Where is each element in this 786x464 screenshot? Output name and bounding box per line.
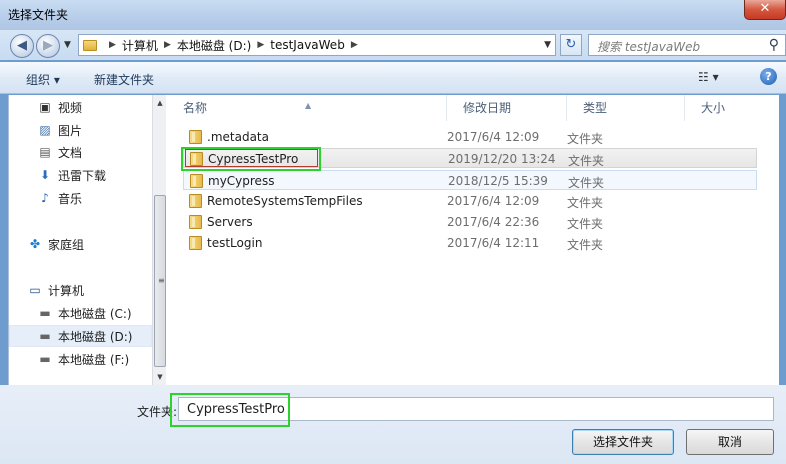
sidebar-item-label: 计算机: [48, 283, 85, 298]
sidebar-item-label: 文档: [58, 145, 83, 160]
search-icon[interactable]: ⚲: [769, 37, 779, 53]
scroll-down-icon[interactable]: ▼: [155, 373, 165, 381]
folder-icon: [190, 174, 203, 188]
recent-pages-dropdown[interactable]: ▼: [64, 40, 71, 50]
scroll-up-icon[interactable]: ▲: [155, 99, 165, 107]
column-header-size[interactable]: 大小: [685, 95, 779, 121]
select-folder-button[interactable]: 选择文件夹: [572, 429, 674, 455]
sidebar-item-computer[interactable]: ▭ 计算机: [27, 279, 152, 301]
sort-ascending-icon: ▲: [305, 101, 312, 110]
refresh-button[interactable]: ↻: [560, 34, 582, 56]
sidebar-item-drive-d[interactable]: ▬ 本地磁盘 (D:): [9, 325, 152, 347]
pictures-icon: ▨: [39, 123, 51, 137]
sidebar-item-documents[interactable]: ▤ 文档: [37, 141, 152, 163]
sidebar-item-homegroup[interactable]: ✤ 家庭组: [27, 233, 152, 255]
scrollbar-thumb[interactable]: ≡: [154, 195, 166, 367]
forward-arrow-icon: ▶: [43, 38, 53, 53]
column-header-date[interactable]: 修改日期: [447, 95, 567, 121]
drive-icon: ▬: [39, 352, 51, 366]
address-bar[interactable]: ▶ 计算机 ▶ 本地磁盘 (D:) ▶ testJavaWeb ▶ ▼: [78, 34, 556, 56]
sidebar-item-drive-c[interactable]: ▬ 本地磁盘 (C:): [37, 302, 152, 324]
sidebar-item-label: 图片: [58, 123, 83, 138]
sidebar-item-music[interactable]: ♪ 音乐: [37, 187, 152, 209]
close-button[interactable]: ✕: [744, 0, 786, 20]
table-row[interactable]: Servers 2017/6/4 22:36 文件夹: [183, 212, 757, 232]
file-list: 名称 ▲ 修改日期 类型 大小 .metadata 2017/6/4 12:09…: [167, 95, 779, 385]
window-title: 选择文件夹: [8, 8, 69, 22]
search-placeholder: 搜索 testJavaWeb: [597, 40, 701, 54]
chevron-right-icon[interactable]: ▶: [351, 40, 358, 50]
breadcrumb-drive-d[interactable]: 本地磁盘 (D:): [177, 37, 251, 54]
drive-icon: ▬: [39, 306, 51, 320]
content-area: ▣ 视频 ▨ 图片 ▤ 文档 ⬇ 迅雷下载 ♪ 音乐 ✤ 家庭组 ▭ 计算机 ▬: [8, 95, 779, 385]
annotation-highlight-green: [170, 393, 290, 427]
sidebar-item-videos[interactable]: ▣ 视频: [37, 96, 152, 118]
back-arrow-icon: ◀: [17, 38, 27, 53]
drive-icon: ▬: [39, 329, 51, 343]
computer-icon: ▭: [29, 283, 41, 297]
navigation-scrollbar[interactable]: ▲ ≡ ▼: [152, 95, 166, 385]
dialog-footer: 文件夹: CypressTestPro 选择文件夹 取消: [0, 385, 786, 464]
new-folder-button[interactable]: 新建文件夹: [94, 71, 154, 88]
refresh-icon: ↻: [565, 37, 577, 52]
back-button[interactable]: ◀: [10, 34, 34, 58]
sidebar-item-label: 迅雷下载: [58, 168, 107, 183]
view-options-button[interactable]: ☷ ▾: [698, 70, 719, 84]
table-row[interactable]: myCypress 2018/12/5 15:39 文件夹: [183, 170, 757, 190]
sidebar-item-label: 音乐: [58, 191, 83, 206]
breadcrumb-testjavaweb[interactable]: testJavaWeb: [270, 38, 345, 52]
homegroup-icon: ✤: [29, 237, 41, 251]
chevron-right-icon[interactable]: ▶: [109, 40, 116, 50]
annotation-highlight-red: [185, 149, 318, 167]
music-icon: ♪: [41, 191, 49, 205]
column-header-name[interactable]: 名称 ▲: [167, 95, 447, 121]
organize-button[interactable]: 组织 ▾: [26, 71, 60, 88]
sidebar-item-label: 视频: [58, 100, 83, 115]
download-icon: ⬇: [39, 168, 51, 182]
sidebar-item-drive-f[interactable]: ▬ 本地磁盘 (F:): [37, 348, 152, 370]
table-row[interactable]: .metadata 2017/6/4 12:09 文件夹: [183, 127, 757, 147]
folder-icon: [189, 236, 202, 250]
title-bar: 选择文件夹 ✕: [0, 0, 786, 30]
chevron-right-icon[interactable]: ▶: [164, 40, 171, 50]
command-toolbar: 组织 ▾ 新建文件夹 ☷ ▾ ?: [0, 62, 786, 94]
sidebar-item-xunlei-download[interactable]: ⬇ 迅雷下载: [37, 164, 152, 186]
sidebar-item-label: 本地磁盘 (F:): [58, 352, 130, 367]
folder-icon: [189, 194, 202, 208]
breadcrumb-computer[interactable]: 计算机: [122, 37, 158, 54]
documents-icon: ▤: [39, 145, 51, 159]
address-dropdown[interactable]: ▼: [544, 40, 551, 50]
folder-icon: [189, 130, 202, 144]
sidebar-item-label: 家庭组: [48, 237, 85, 252]
forward-button[interactable]: ▶: [36, 34, 60, 58]
video-icon: ▣: [39, 100, 51, 114]
table-row[interactable]: RemoteSystemsTempFiles 2017/6/4 12:09 文件…: [183, 191, 757, 211]
navigation-bar: ◀ ▶ ▼ ▶ 计算机 ▶ 本地磁盘 (D:) ▶ testJavaWeb ▶ …: [0, 30, 786, 60]
sidebar-item-pictures[interactable]: ▨ 图片: [37, 119, 152, 141]
column-header-type[interactable]: 类型: [567, 95, 685, 121]
sidebar-item-label: 本地磁盘 (D:): [58, 329, 133, 344]
search-input[interactable]: 搜索 testJavaWeb ⚲: [588, 34, 786, 56]
table-row[interactable]: testLogin 2017/6/4 12:11 文件夹: [183, 233, 757, 253]
breadcrumb: ▶ 计算机 ▶ 本地磁盘 (D:) ▶ testJavaWeb ▶: [103, 37, 364, 54]
navigation-pane: ▣ 视频 ▨ 图片 ▤ 文档 ⬇ 迅雷下载 ♪ 音乐 ✤ 家庭组 ▭ 计算机 ▬: [9, 95, 152, 385]
sidebar-item-label: 本地磁盘 (C:): [58, 306, 132, 321]
cancel-button[interactable]: 取消: [686, 429, 774, 455]
grip-icon: ≡: [158, 276, 165, 285]
help-button[interactable]: ?: [760, 68, 777, 85]
folder-icon: [189, 215, 202, 229]
folder-icon: [83, 39, 97, 51]
chevron-right-icon[interactable]: ▶: [257, 40, 264, 50]
